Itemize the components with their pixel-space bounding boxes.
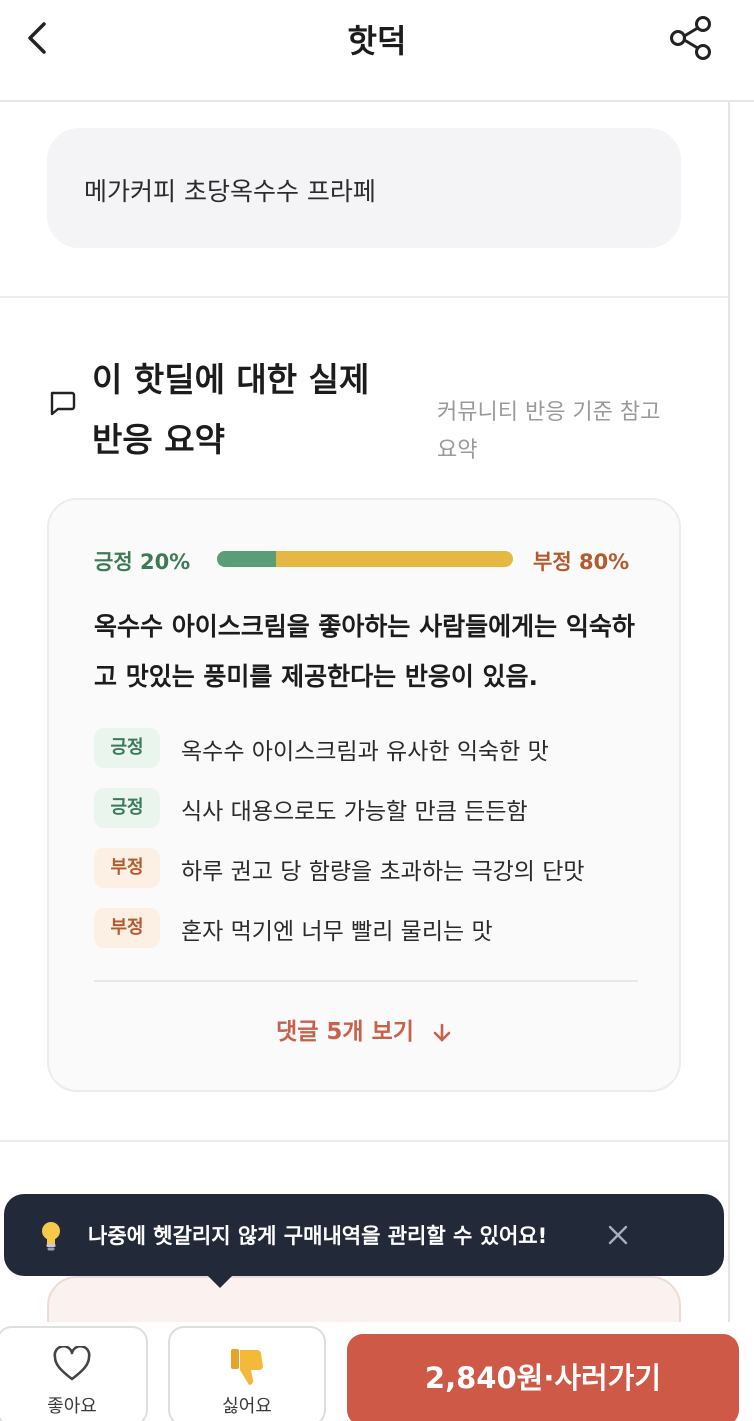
bottom-action-bar: 좋아요 싫어요 2,840원·사러가기	[0, 1322, 754, 1421]
buy-button[interactable]: 2,840원·사러가기	[347, 1334, 739, 1421]
product-name: 메가커피 초당옥수수 프라페	[84, 177, 376, 206]
negative-percentage: 부정 80%	[533, 550, 630, 574]
sentiment-bar	[217, 551, 513, 567]
toast-close-button[interactable]	[604, 1221, 632, 1249]
summary-headline: 옥수수 아이스크림을 좋아하는 사람들에게는 익숙하고 맛있는 풍미를 제공한다…	[94, 612, 635, 691]
dislike-label: 싫어요	[222, 1396, 272, 1417]
toast-message: 나중에 헷갈리지 않게 구매내역을 관리할 수 있어요!	[88, 1224, 548, 1248]
lightbulb-icon	[40, 1220, 62, 1252]
positive-tag: 긍정	[94, 728, 160, 768]
list-item: 긍정 식사 대용으로도 가능할 만큼 든든함	[94, 786, 654, 830]
list-item: 긍정 옥수수 아이스크림과 유사한 익숙한 맛	[94, 726, 654, 770]
arrow-down-icon	[433, 1023, 451, 1041]
sentiment-bar-positive	[217, 551, 277, 567]
like-label: 좋아요	[47, 1396, 97, 1417]
card-divider	[94, 980, 638, 982]
section-divider	[0, 296, 728, 298]
point-text: 옥수수 아이스크림과 유사한 익숙한 맛	[181, 739, 549, 765]
point-text: 식사 대용으로도 가능할 만큼 든든함	[181, 799, 528, 825]
reaction-summary-card: 긍정 20% 부정 80% 옥수수 아이스크림을 좋아하는 사람들에게는 익숙하…	[47, 498, 681, 1092]
positive-percentage: 긍정 20%	[94, 550, 191, 574]
negative-tag: 부정	[94, 908, 160, 948]
positive-tag: 긍정	[94, 788, 160, 828]
heart-icon	[53, 1346, 91, 1381]
toast-pointer	[206, 1274, 234, 1288]
share-button[interactable]	[666, 14, 716, 62]
chat-bubble-icon	[48, 390, 76, 416]
section-divider	[0, 1140, 728, 1142]
view-comments-label: 댓글 5개 보기	[276, 1019, 414, 1045]
list-item: 부정 혼자 먹기엔 너무 빨리 물리는 맛	[94, 906, 654, 950]
product-name-box: 메가커피 초당옥수수 프라페	[47, 128, 681, 248]
thumbs-down-icon	[231, 1349, 263, 1386]
share-icon	[670, 16, 711, 60]
app-header: 핫덕	[0, 0, 754, 102]
point-text: 하루 권고 당 함량을 초과하는 극강의 단맛	[181, 859, 585, 885]
summary-title: 이 핫딜에 대한 실제 반응 요약	[92, 360, 370, 459]
view-comments-link[interactable]: 댓글 5개 보기	[49, 1012, 679, 1046]
scrollbar-track[interactable]	[728, 102, 730, 1322]
page-title: 핫덕	[347, 22, 407, 60]
summary-subtitle: 커뮤니티 반응 기준 참고 요약	[437, 400, 661, 463]
dislike-button[interactable]: 싫어요	[168, 1326, 326, 1421]
like-button[interactable]: 좋아요	[0, 1326, 148, 1421]
point-text: 혼자 먹기엔 너무 빨리 물리는 맛	[181, 919, 493, 945]
negative-tag: 부정	[94, 848, 160, 888]
list-item: 부정 하루 권고 당 함량을 초과하는 극강의 단맛	[94, 846, 654, 890]
toast-notification: 나중에 헷갈리지 않게 구매내역을 관리할 수 있어요!	[4, 1194, 724, 1288]
close-icon	[608, 1225, 628, 1245]
